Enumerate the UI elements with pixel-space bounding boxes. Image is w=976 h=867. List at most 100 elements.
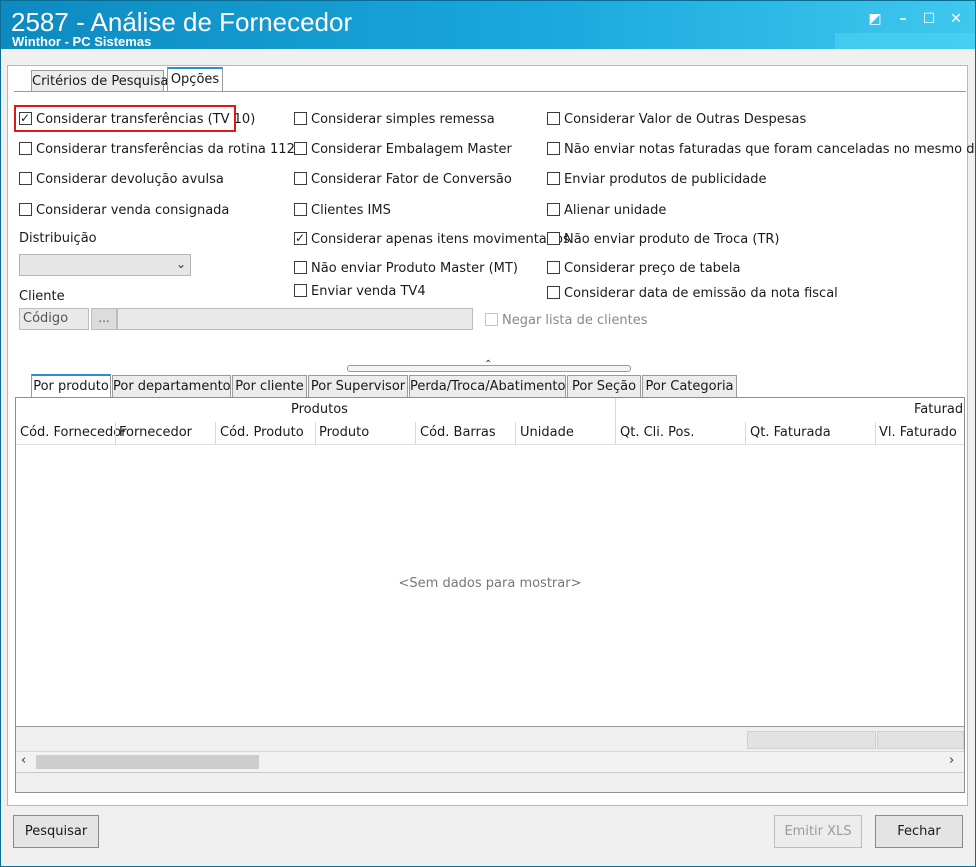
tab-por-supervisor[interactable]: Por Supervisor: [308, 375, 408, 397]
distribuicao-label: Distribuição: [19, 231, 97, 246]
column-header-cod-produto[interactable]: Cód. Produto: [220, 425, 304, 440]
scroll-right-icon[interactable]: ›: [949, 753, 954, 768]
tab-label: Por departamento: [113, 379, 231, 394]
tab-label: Critérios de Pesquisa: [32, 74, 169, 89]
checkbox-icon[interactable]: [294, 261, 307, 274]
tab-label: Por Categoria: [645, 379, 734, 394]
maximize-icon[interactable]: ☐: [917, 9, 941, 29]
checkbox-enviar-produtos-publicidade[interactable]: Enviar produtos de publicidade: [547, 171, 767, 189]
cliente-codigo-input[interactable]: Código: [19, 308, 89, 330]
checkbox-icon[interactable]: [19, 172, 32, 185]
checkbox-considerar-fator-conversao[interactable]: Considerar Fator de Conversão: [294, 171, 512, 189]
checkbox-icon[interactable]: [19, 203, 32, 216]
tab-label: Por Seção: [571, 379, 637, 394]
tab-perda-troca-abatimento[interactable]: Perda/Troca/Abatimento: [409, 375, 566, 397]
checkbox-label: Considerar Valor de Outras Despesas: [564, 112, 807, 127]
checkbox-considerar-venda-consignada[interactable]: Considerar venda consignada: [19, 202, 229, 220]
column-header-vl-faturado[interactable]: Vl. Faturado: [879, 425, 957, 440]
column-header-cod-fornecedor[interactable]: Cód. Fornecedor: [20, 425, 127, 440]
column-header-unidade[interactable]: Unidade: [520, 425, 574, 440]
chevron-up-icon[interactable]: ⌃: [484, 359, 492, 370]
minimize-icon[interactable]: –: [891, 9, 915, 29]
column-divider: [315, 422, 316, 444]
horizontal-scrollbar[interactable]: ‹ ›: [16, 751, 964, 772]
button-label: Fechar: [897, 824, 941, 839]
checkbox-icon[interactable]: [547, 286, 560, 299]
checkbox-icon[interactable]: [294, 172, 307, 185]
checkbox-icon[interactable]: [547, 261, 560, 274]
checkbox-icon[interactable]: [547, 142, 560, 155]
highlight-box: [14, 105, 236, 132]
summary-cell: [877, 731, 964, 749]
checkbox-considerar-preco-tabela[interactable]: Considerar preço de tabela: [547, 260, 741, 278]
checkbox-nao-enviar-produto-troca[interactable]: Não enviar produto de Troca (TR): [547, 231, 780, 249]
checkbox-label: Enviar venda TV4: [311, 284, 426, 299]
column-header-cod-barras[interactable]: Cód. Barras: [420, 425, 496, 440]
chevron-down-icon[interactable]: ⌄: [176, 257, 186, 271]
codigo-placeholder: Código: [23, 311, 69, 326]
distribuicao-dropdown[interactable]: ⌄: [19, 254, 191, 276]
column-divider: [215, 422, 216, 444]
tab-por-categoria[interactable]: Por Categoria: [642, 375, 737, 397]
checkbox-icon[interactable]: [294, 142, 307, 155]
tab-criterios-de-pesquisa[interactable]: Critérios de Pesquisa: [31, 70, 168, 92]
cliente-name-field: [117, 308, 473, 330]
tab-label: Por produto: [33, 379, 109, 394]
checkbox-nao-enviar-notas-canceladas[interactable]: Não enviar notas faturadas que foram can…: [547, 141, 976, 159]
checkbox-considerar-transferencias-rotina-1124[interactable]: Considerar transferências da rotina 1124: [19, 141, 303, 159]
scrollbar-thumb[interactable]: [36, 755, 259, 769]
tab-por-departamento[interactable]: Por departamento: [112, 375, 231, 397]
checkbox-label: Não enviar Produto Master (MT): [311, 261, 518, 276]
tab-opcoes[interactable]: Opções: [167, 67, 223, 92]
cliente-lookup-button[interactable]: ...: [91, 308, 117, 330]
checkbox-considerar-apenas-itens-movimentados[interactable]: Considerar apenas itens movimentados: [294, 229, 570, 249]
button-label: Pesquisar: [24, 824, 88, 839]
tab-por-produto[interactable]: Por produto: [31, 374, 111, 398]
cliente-label: Cliente: [19, 289, 65, 304]
checkbox-icon[interactable]: [294, 284, 307, 297]
tab-por-cliente[interactable]: Por cliente: [232, 375, 307, 397]
checkbox-nao-enviar-produto-master[interactable]: Não enviar Produto Master (MT): [294, 260, 518, 278]
column-header-produto[interactable]: Produto: [319, 425, 369, 440]
pesquisar-button[interactable]: Pesquisar: [13, 815, 99, 848]
panel-splitter[interactable]: ⌃: [347, 359, 631, 372]
button-label: Emitir XLS: [784, 824, 852, 839]
scroll-left-icon[interactable]: ‹: [21, 753, 26, 768]
checkbox-alienar-unidade[interactable]: Alienar unidade: [547, 202, 666, 220]
checkbox-label: Considerar venda consignada: [36, 203, 230, 218]
checkbox-icon[interactable]: [547, 203, 560, 216]
checkbox-icon[interactable]: [547, 172, 560, 185]
title-bar[interactable]: 2587 - Análise de Fornecedor Winthor - P…: [1, 1, 975, 49]
checkbox-considerar-embalagem-master[interactable]: Considerar Embalagem Master: [294, 141, 512, 159]
checkbox-considerar-simples-remessa[interactable]: Considerar simples remessa: [294, 111, 495, 129]
checkbox-icon[interactable]: [294, 112, 307, 125]
tab-por-secao[interactable]: Por Seção: [567, 375, 641, 397]
column-divider: [515, 422, 516, 444]
checkbox-considerar-valor-outras-despesas[interactable]: Considerar Valor de Outras Despesas: [547, 111, 806, 129]
checkbox-enviar-venda-tv4[interactable]: Enviar venda TV4: [294, 283, 426, 301]
checkbox-icon[interactable]: [547, 112, 560, 125]
column-header-qt-cli-pos[interactable]: Qt. Cli. Pos.: [620, 425, 694, 440]
checkbox-considerar-devolucao-avulsa[interactable]: Considerar devolução avulsa: [19, 171, 224, 189]
data-grid[interactable]: Produtos Faturada Cód. Fornecedor Fornec…: [15, 397, 965, 793]
checkbox-icon[interactable]: [547, 232, 560, 245]
tab-label: Por Supervisor: [310, 379, 406, 394]
close-icon[interactable]: ✕: [944, 9, 968, 29]
header-divider: [16, 444, 964, 445]
restore-window-icon[interactable]: ◩: [863, 9, 887, 29]
emitir-xls-button[interactable]: Emitir XLS: [774, 815, 862, 848]
checkbox-label: Considerar apenas itens movimentados: [311, 232, 570, 247]
checkbox-clientes-ims[interactable]: Clientes IMS: [294, 202, 391, 220]
checkbox-label: Considerar preço de tabela: [564, 261, 741, 276]
column-divider: [615, 422, 616, 444]
checkbox-considerar-data-emissao[interactable]: Considerar data de emissão da nota fisca…: [547, 285, 838, 303]
checkbox-icon[interactable]: [19, 142, 32, 155]
checkbox-label: Clientes IMS: [311, 203, 391, 218]
band-header-faturada: Faturada: [914, 402, 964, 417]
column-header-qt-faturada[interactable]: Qt. Faturada: [750, 425, 831, 440]
checkbox-icon[interactable]: [294, 203, 307, 216]
window-subtitle: Winthor - PC Sistemas: [12, 34, 152, 49]
column-header-fornecedor[interactable]: Fornecedor: [119, 425, 192, 440]
checkbox-checked-icon[interactable]: [294, 229, 307, 247]
fechar-button[interactable]: Fechar: [875, 815, 963, 848]
